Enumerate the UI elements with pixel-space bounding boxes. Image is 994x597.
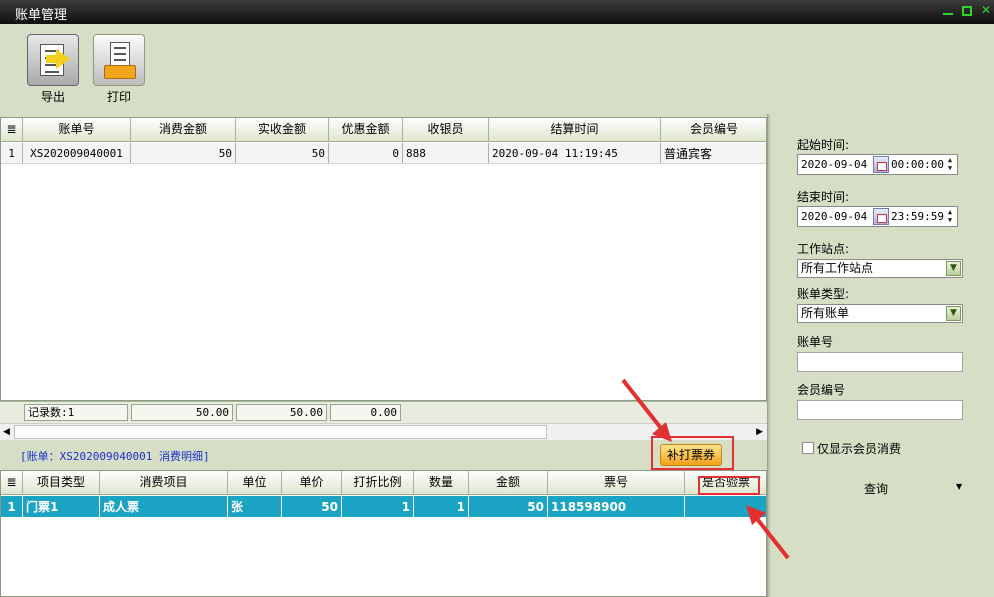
discount-total: 0.00 xyxy=(330,404,401,421)
cell-cashier: 888 xyxy=(403,143,489,163)
bills-panel: ≣ 账单号 消费金额 实收金额 优惠金额 收银员 结算时间 会员编号 1 XS2… xyxy=(0,114,767,597)
bills-table: ≣ 账单号 消费金额 实收金额 优惠金额 收银员 结算时间 会员编号 1 XS2… xyxy=(0,117,767,401)
table-row[interactable]: 1 XS202009040001 50 50 0 888 2020-09-04 … xyxy=(1,143,766,164)
calendar-icon[interactable] xyxy=(873,156,889,173)
member-no-label: 会员编号 xyxy=(797,383,846,397)
highlight-box xyxy=(698,476,760,495)
col-discount-ratio[interactable]: 打折比例 xyxy=(342,471,414,494)
start-time-label: 起始时间: xyxy=(797,138,850,152)
station-select[interactable]: 所有工作站点 ▼ xyxy=(797,259,963,278)
caret-down-icon[interactable]: ▼ xyxy=(956,482,962,491)
consume-total: 50.00 xyxy=(131,404,233,421)
cell-discount-ratio: 1 xyxy=(342,496,414,517)
table-row[interactable]: 1 门票1 成人票 张 50 1 1 50 118598900 xyxy=(1,496,766,517)
cell-amount: 50 xyxy=(469,496,548,517)
cell-verified xyxy=(685,496,767,517)
cell-consume-amount: 50 xyxy=(131,143,236,163)
calendar-icon[interactable] xyxy=(873,208,889,225)
col-bill-no[interactable]: 账单号 xyxy=(23,118,131,141)
col-unit-price[interactable]: 单价 xyxy=(282,471,342,494)
scroll-left-icon[interactable]: ◀ xyxy=(3,427,10,437)
scroll-thumb[interactable] xyxy=(14,425,547,439)
row-index: 1 xyxy=(1,496,23,517)
received-total: 50.00 xyxy=(236,404,327,421)
end-datetime-field[interactable]: 2020-09-04 23:59:59 ▲ ▼ xyxy=(797,206,958,227)
column-menu-icon[interactable]: ≣ xyxy=(1,471,23,494)
export-label: 导出 xyxy=(40,90,65,104)
member-only-label[interactable]: 仅显示会员消费 xyxy=(817,440,901,457)
scroll-right-icon[interactable]: ▶ xyxy=(756,427,763,437)
col-item[interactable]: 消费项目 xyxy=(100,471,228,494)
col-ticket-no[interactable]: 票号 xyxy=(548,471,685,494)
station-label: 工作站点: xyxy=(797,242,850,256)
bills-table-header: ≣ 账单号 消费金额 实收金额 优惠金额 收银员 结算时间 会员编号 xyxy=(1,118,766,142)
col-cashier[interactable]: 收银员 xyxy=(403,118,489,141)
print-label: 打印 xyxy=(106,90,131,104)
cell-item-type: 门票1 xyxy=(23,496,100,517)
chevron-down-icon[interactable]: ▼ xyxy=(946,306,961,321)
cell-ticket-no: 118598900 xyxy=(548,496,685,517)
cell-bill-no: XS202009040001 xyxy=(23,143,131,163)
detail-caption: [账单：XS202009040001 消费明细] xyxy=(20,450,210,463)
toolbar: 导出 打印 xyxy=(0,24,994,112)
query-button[interactable]: 查询 xyxy=(864,480,888,497)
cell-settle-time: 2020-09-04 11:19:45 xyxy=(489,143,661,163)
export-button[interactable]: 导出 xyxy=(24,34,82,105)
highlight-box xyxy=(651,436,734,470)
cell-quantity: 1 xyxy=(414,496,469,517)
bill-no-input[interactable] xyxy=(797,352,963,372)
bill-type-label: 账单类型: xyxy=(797,287,850,301)
printer-icon xyxy=(93,34,145,86)
title-bar: 账单管理 ✕ xyxy=(0,0,994,24)
station-value: 所有工作站点 xyxy=(801,261,874,275)
col-amount[interactable]: 金额 xyxy=(469,471,548,494)
cell-unit-price: 50 xyxy=(282,496,342,517)
row-index: 1 xyxy=(1,143,23,163)
col-quantity[interactable]: 数量 xyxy=(414,471,469,494)
spinner-icon[interactable]: ▲ ▼ xyxy=(944,208,956,225)
col-unit[interactable]: 单位 xyxy=(228,471,282,494)
record-count: 记录数:1 xyxy=(24,404,128,421)
start-datetime-field[interactable]: 2020-09-04 00:00:00 ▲ ▼ xyxy=(797,154,958,175)
col-discount-amount[interactable]: 优惠金额 xyxy=(329,118,403,141)
detail-table-header: ≣ 项目类型 消费项目 单位 单价 打折比例 数量 金额 票号 是否验票 xyxy=(1,471,766,495)
export-icon xyxy=(27,34,79,86)
bill-type-select[interactable]: 所有账单 ▼ xyxy=(797,304,963,323)
bill-no-label: 账单号 xyxy=(797,335,834,349)
cell-member-no: 普通宾客 xyxy=(664,147,713,161)
cell-unit: 张 xyxy=(228,496,282,517)
member-no-input[interactable] xyxy=(797,400,963,420)
col-settle-time[interactable]: 结算时间 xyxy=(489,118,661,141)
cell-received-amount: 50 xyxy=(236,143,329,163)
chevron-down-icon[interactable]: ▼ xyxy=(946,261,961,276)
col-received-amount[interactable]: 实收金额 xyxy=(236,118,329,141)
detail-bar: [账单：XS202009040001 消费明细] 补打票券 xyxy=(0,436,767,470)
detail-table: ≣ 项目类型 消费项目 单位 单价 打折比例 数量 金额 票号 是否验票 1 门… xyxy=(0,470,767,597)
end-time[interactable]: 23:59:59 xyxy=(891,207,944,226)
member-only-checkbox[interactable] xyxy=(802,442,814,454)
col-member-no[interactable]: 会员编号 xyxy=(661,118,767,141)
cell-discount-amount: 0 xyxy=(329,143,403,163)
end-time-label: 结束时间: xyxy=(797,190,850,204)
maximize-icon[interactable] xyxy=(962,6,972,16)
end-date[interactable]: 2020-09-04 xyxy=(801,207,867,226)
col-consume-amount[interactable]: 消费金额 xyxy=(131,118,236,141)
spinner-icon[interactable]: ▲ ▼ xyxy=(944,156,956,173)
window-title: 账单管理 xyxy=(15,8,68,23)
print-button[interactable]: 打印 xyxy=(90,34,148,105)
start-time[interactable]: 00:00:00 xyxy=(891,155,944,174)
close-icon[interactable]: ✕ xyxy=(981,3,991,17)
bill-type-value: 所有账单 xyxy=(801,306,850,320)
filter-panel: 起始时间: 2020-09-04 00:00:00 ▲ ▼ 结束时间: 2020-… xyxy=(770,114,994,597)
minimize-icon[interactable] xyxy=(943,13,953,15)
column-menu-icon[interactable]: ≣ xyxy=(1,118,23,141)
start-date[interactable]: 2020-09-04 xyxy=(801,155,867,174)
summary-row: 记录数:1 50.00 50.00 0.00 xyxy=(0,401,767,423)
col-item-type[interactable]: 项目类型 xyxy=(23,471,100,494)
cell-item: 成人票 xyxy=(100,496,228,517)
